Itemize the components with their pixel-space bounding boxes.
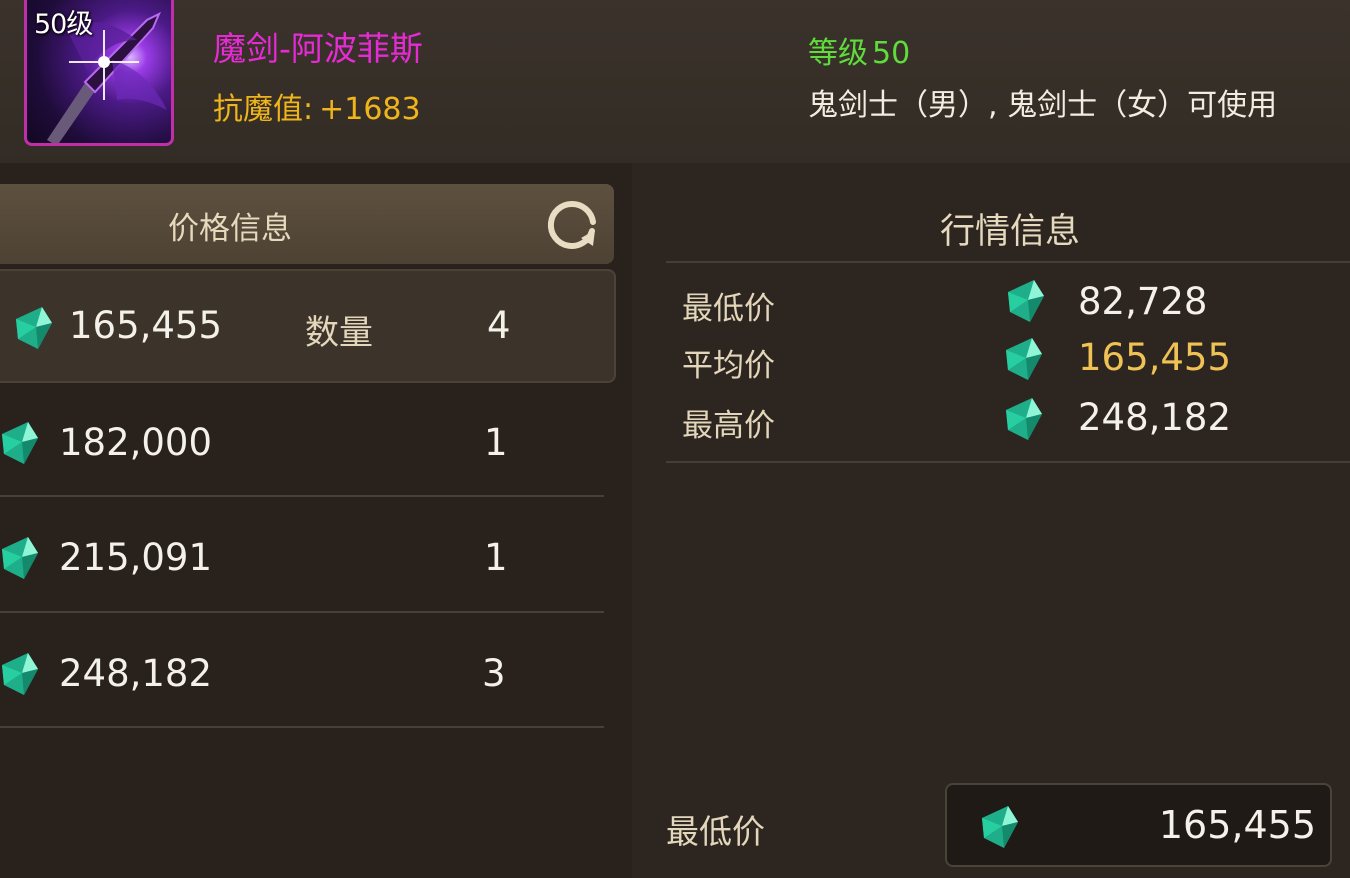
item-level-badge: 50级 [34, 9, 93, 40]
price-panel-header [0, 184, 614, 264]
min-price-value: 82,728 [1078, 280, 1208, 323]
market-divider [666, 461, 1350, 463]
gem-icon [2, 537, 38, 579]
footer-min-price-label: 最低价 [666, 812, 765, 851]
listing-price: 248,182 [59, 652, 213, 695]
listing-price: 215,091 [59, 536, 213, 579]
listing-price: 165,455 [69, 304, 223, 347]
listing-quantity: 4 [487, 304, 511, 347]
listing-quantity: 1 [484, 536, 508, 579]
market-panel [632, 163, 1350, 878]
refresh-button[interactable] [545, 198, 599, 252]
usable-classes: 鬼剑士（男）, 鬼剑士（女）可使用 [808, 88, 1278, 123]
listing-quantity: 1 [484, 421, 508, 464]
avg-price-value: 165,455 [1078, 336, 1232, 379]
refresh-icon [547, 200, 596, 249]
gem-icon [16, 307, 52, 349]
market-panel-title: 行情信息 [940, 212, 1081, 252]
price-panel-title: 价格信息 [168, 211, 292, 247]
gem-icon [1006, 338, 1042, 380]
required-level-value: 50 [872, 36, 911, 71]
required-level-label: 等级 [808, 36, 868, 71]
row-divider [0, 611, 604, 613]
max-price-label: 最高价 [682, 408, 775, 444]
avg-price-label: 平均价 [682, 348, 775, 384]
gem-icon [1008, 280, 1044, 322]
listing-quantity: 3 [482, 652, 506, 695]
item-name: 魔剑-阿波菲斯 [213, 29, 423, 68]
market-divider [666, 261, 1350, 263]
min-price-label: 最低价 [682, 291, 775, 327]
gem-icon [2, 653, 38, 695]
row-divider [0, 726, 604, 728]
max-price-value: 248,182 [1078, 396, 1232, 439]
gem-icon [1006, 398, 1042, 440]
footer-min-price-value: 165,455 [1158, 803, 1316, 847]
gem-icon [982, 806, 1018, 848]
listing-price: 182,000 [59, 421, 213, 464]
resist-stat: 抗魔值: +1683 [213, 84, 421, 128]
resist-label: 抗魔值: [213, 92, 314, 127]
resist-value: +1683 [319, 92, 421, 127]
quantity-label: 数量 [305, 313, 373, 353]
row-divider [0, 495, 604, 497]
gem-icon [2, 422, 38, 464]
required-level: 等级 50 [808, 28, 910, 72]
